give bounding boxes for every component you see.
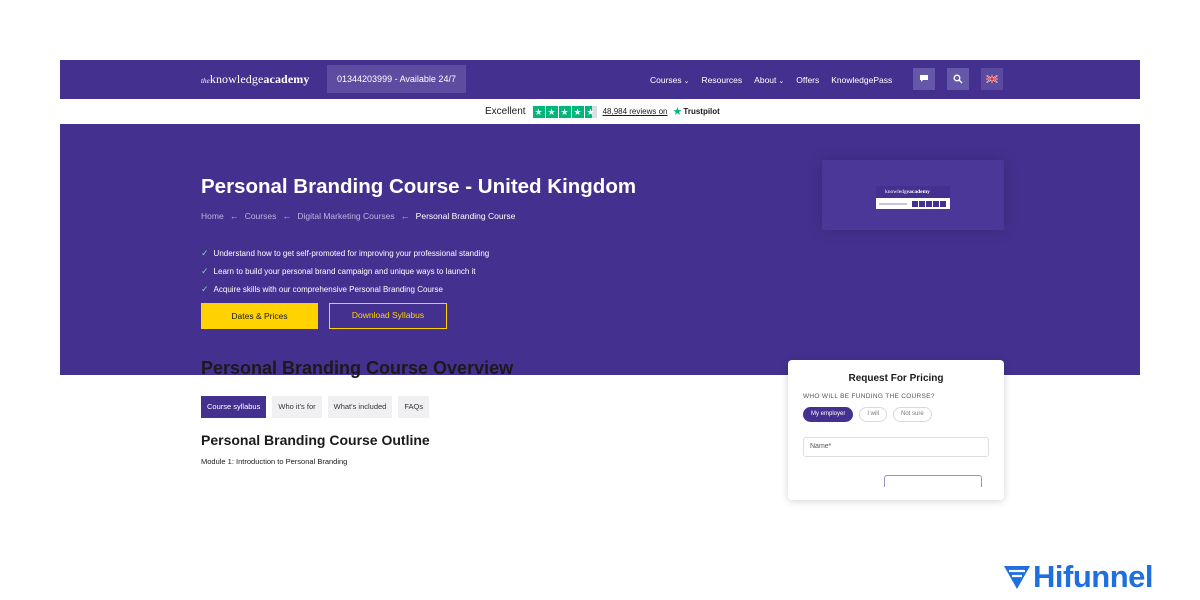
- tab-course-syllabus[interactable]: Course syllabus: [201, 396, 267, 418]
- star-icon: ★: [545, 105, 558, 118]
- logo-bold: academy: [263, 72, 310, 86]
- overview-tabs: Course syllabus Who it's for What's incl…: [201, 396, 430, 418]
- menu-item-courses[interactable]: Courses ⌄: [650, 75, 690, 85]
- chat-button[interactable]: [913, 68, 935, 90]
- arrow-left-icon: ←: [282, 211, 292, 221]
- name-field[interactable]: Name*: [803, 437, 989, 457]
- main-menu: Courses ⌄ Resources About ⌄ Offers Knowled…: [650, 60, 892, 99]
- logo-main: knowledge: [209, 72, 264, 86]
- funding-label: WHO WILL BE FUNDING THE COURSE?: [803, 393, 935, 400]
- trustpilot-widget[interactable]: Excellent ★ ★ ★ ★ ★ 48,984 reviews on ★ …: [485, 105, 720, 118]
- page-title: Personal Branding Course - United Kingdo…: [201, 175, 637, 198]
- list-item: ✓ Acquire skills with our comprehensive P…: [201, 280, 489, 298]
- thumbnail-logo-main: knowledge: [885, 189, 910, 195]
- breadcrumb-courses[interactable]: Courses: [245, 211, 277, 221]
- list-item: ✓ Learn to build your personal brand camp…: [201, 262, 489, 280]
- tab-who-its-for[interactable]: Who it's for: [272, 396, 322, 418]
- thumbnail-preview: knowledgeacademy: [876, 186, 950, 209]
- hifunnel-watermark: Hifunnel: [1003, 559, 1154, 594]
- dates-prices-button[interactable]: Dates & Prices: [201, 303, 318, 329]
- check-icon: ✓: [201, 247, 209, 258]
- benefit-text: Acquire skills with our comprehensive Pe…: [213, 284, 443, 294]
- trustpilot-brand: Trustpilot: [683, 107, 720, 116]
- course-video-thumbnail[interactable]: knowledgeacademy: [822, 160, 1004, 230]
- thumbnail-line: [879, 203, 907, 205]
- overview-title: Personal Branding Course Overview: [201, 358, 514, 378]
- thumbnail-logo-bar: knowledgeacademy: [876, 186, 950, 198]
- list-item: ✓ Understand how to get self-promoted for…: [201, 244, 489, 262]
- trustpilot-strip: Excellent ★ ★ ★ ★ ★ 48,984 reviews on ★ …: [60, 99, 1140, 124]
- arrow-left-icon: ←: [400, 211, 410, 221]
- chat-icon: [920, 75, 928, 82]
- menu-item-resources[interactable]: Resources: [702, 75, 743, 85]
- browser-viewport: theknowledgeacademy 01344203999 - Availa…: [60, 60, 1140, 540]
- trustpilot-reviews-link[interactable]: 48,984 reviews on: [603, 107, 668, 116]
- logo-prefix: the: [201, 77, 210, 85]
- trustpilot-rating-text: Excellent: [485, 106, 526, 117]
- form-next-field[interactable]: [884, 475, 982, 487]
- funding-options: My employer I will Not sure: [803, 407, 932, 422]
- benefit-text: Understand how to get self-promoted for …: [213, 248, 490, 258]
- phone-contact-button[interactable]: 01344203999 - Available 24/7: [327, 65, 466, 93]
- pricing-request-form: Request For Pricing WHO WILL BE FUNDING …: [788, 360, 1004, 500]
- tab-whats-included[interactable]: What's included: [327, 396, 393, 418]
- funding-option-not-sure[interactable]: Not sure: [893, 407, 932, 422]
- hero-banner: Personal Branding Course - United Kingdo…: [60, 124, 1140, 375]
- tab-faqs[interactable]: FAQs: [398, 396, 430, 418]
- funding-option-self[interactable]: I will: [859, 407, 888, 422]
- breadcrumb-digital-marketing[interactable]: Digital Marketing Courses: [297, 211, 394, 221]
- chevron-down-icon: ⌄: [683, 77, 690, 85]
- benefit-text: Learn to build your personal brand campa…: [213, 266, 476, 276]
- menu-item-offers[interactable]: Offers: [796, 75, 819, 85]
- watermark-brand: Hifunnel: [1033, 559, 1154, 594]
- breadcrumb: Home ← Courses ← Digital Marketing Cours…: [201, 211, 515, 221]
- star-icon: ★: [571, 105, 584, 118]
- trustpilot-stars: ★ ★ ★ ★ ★: [532, 105, 597, 118]
- arrow-left-icon: ←: [229, 211, 239, 221]
- half-star-icon: ★: [584, 105, 597, 118]
- funnel-logo-icon: [1004, 566, 1030, 589]
- module-title[interactable]: Module 1: Introduction to Personal Brand…: [201, 457, 347, 466]
- benefit-list: ✓ Understand how to get self-promoted for…: [201, 244, 489, 298]
- check-icon: ✓: [201, 265, 209, 276]
- breadcrumb-home[interactable]: Home: [201, 211, 224, 221]
- check-icon: ✓: [201, 283, 209, 294]
- site-logo[interactable]: theknowledgeacademy: [201, 72, 309, 87]
- thumbnail-logo-bold: academy: [909, 189, 930, 195]
- download-syllabus-button[interactable]: Download Syllabus: [329, 303, 447, 329]
- language-button[interactable]: [981, 68, 1003, 90]
- chevron-down-icon: ⌄: [778, 77, 785, 85]
- uk-flag-icon: [986, 75, 998, 83]
- search-icon: [953, 74, 963, 84]
- search-button[interactable]: [947, 68, 969, 90]
- funding-option-employer[interactable]: My employer: [803, 407, 854, 422]
- outline-title: Personal Branding Course Outline: [201, 432, 430, 448]
- menu-item-courses-label: Courses: [650, 74, 682, 85]
- menu-item-knowledgepass[interactable]: KnowledgePass: [831, 75, 892, 85]
- breadcrumb-current: Personal Branding Course: [415, 211, 516, 221]
- pricing-title: Request For Pricing: [848, 373, 944, 384]
- menu-item-about[interactable]: About ⌄: [754, 75, 784, 85]
- trustpilot-star-icon: ★: [672, 106, 683, 118]
- thumbnail-stars: [912, 201, 946, 207]
- top-navigation: theknowledgeacademy 01344203999 - Availa…: [60, 60, 1140, 99]
- star-icon: ★: [558, 105, 571, 118]
- star-icon: ★: [532, 105, 545, 118]
- menu-item-about-label: About: [754, 74, 777, 85]
